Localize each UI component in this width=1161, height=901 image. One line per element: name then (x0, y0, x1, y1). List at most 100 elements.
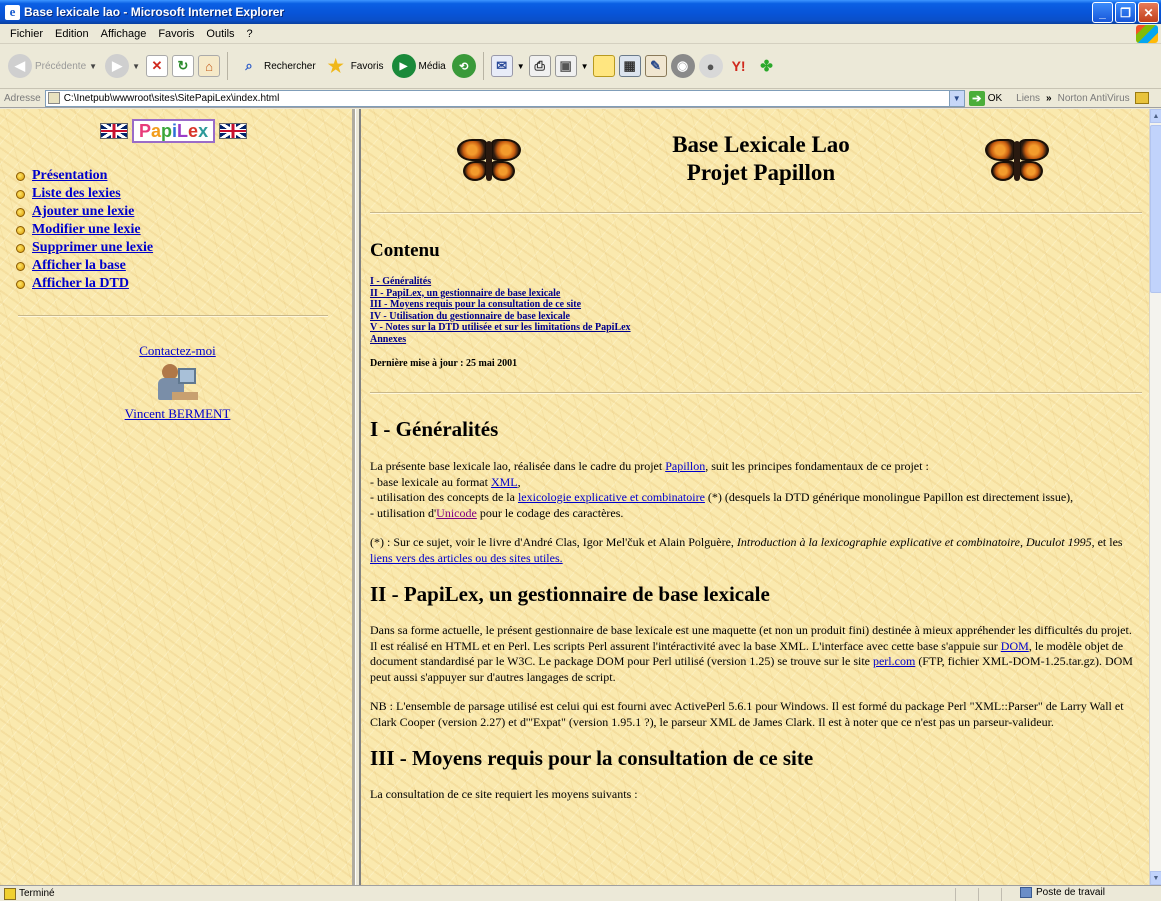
contact-block: Contactez-moi Vincent BERMENT (0, 343, 355, 422)
paragraph: La consultation de ce site requiert les … (370, 787, 638, 801)
edit-dropdown-icon[interactable]: ▼ (581, 62, 589, 71)
back-dropdown-icon[interactable]: ▼ (89, 62, 97, 71)
msn-icon[interactable]: ✤ (755, 54, 779, 78)
text: , (517, 474, 521, 489)
papillon-link[interactable]: Papillon (665, 459, 705, 473)
toolbar: ◀ Précédente ▼ ▶ ▼ ✕ ↻ ⌂ ⌕ Rechercher ★ … (0, 44, 1161, 89)
toc-link[interactable]: I - Généralités (370, 276, 1149, 288)
address-dropdown-icon[interactable]: ▼ (948, 90, 964, 106)
star-icon: ★ (327, 55, 344, 76)
section-heading: III - Moyens requis pour la consultation… (370, 746, 814, 770)
norton-label[interactable]: Norton AntiVirus (1058, 93, 1130, 104)
minimize-button[interactable]: _ (1092, 2, 1113, 23)
mail-dropdown-icon[interactable]: ▼ (517, 62, 525, 71)
toolbar-separator (227, 52, 228, 80)
scroll-down-icon[interactable]: ▼ (1150, 871, 1161, 885)
messenger-icon[interactable]: ✎ (644, 55, 667, 77)
perl-link[interactable]: perl.com (873, 654, 915, 668)
media-button[interactable]: ▶ Média (390, 54, 448, 78)
page-done-icon (4, 887, 16, 900)
nav-link-ajouter[interactable]: Ajouter une lexie (32, 204, 134, 220)
scroll-thumb[interactable] (1150, 125, 1161, 293)
forward-dropdown-icon[interactable]: ▼ (132, 62, 140, 71)
window-title: Base lexicale lao - Microsoft Internet E… (24, 5, 285, 19)
lec-link[interactable]: lexicologie explicative et combinatoire (518, 490, 705, 504)
page-title: Base Lexicale Lao Projet Papillon (611, 131, 911, 187)
address-field[interactable]: ▼ (44, 89, 965, 107)
zone-label: Poste de travail (1036, 887, 1105, 898)
close-button[interactable]: ✕ (1138, 2, 1159, 23)
toc-link[interactable]: III - Moyens requis pour la consultation… (370, 299, 1149, 311)
history-icon[interactable]: ⟲ (451, 54, 476, 78)
toc-link[interactable]: IV - Utilisation du gestionnaire de base… (370, 311, 1149, 323)
xml-link[interactable]: XML (491, 475, 518, 489)
home-icon[interactable]: ⌂ (198, 55, 220, 77)
uk-flag-icon (219, 123, 248, 139)
edit-icon[interactable]: ▣ (554, 55, 577, 77)
divider (18, 315, 328, 317)
maximize-button[interactable]: ❐ (1115, 2, 1136, 23)
back-label: Précédente (35, 60, 87, 72)
nav-link-presentation[interactable]: Présentation (32, 168, 107, 184)
yahoo-icon[interactable]: Y! (727, 54, 751, 78)
security-zone: Poste de travail (1020, 887, 1105, 898)
forward-button[interactable]: ▶ ▼ (103, 54, 142, 78)
scroll-up-icon[interactable]: ▲ (1150, 109, 1161, 123)
media-label: Média (418, 60, 446, 72)
bullet-icon (16, 261, 25, 271)
print-icon[interactable]: ⎙ (528, 55, 551, 77)
logo-letter: x (198, 120, 209, 141)
logo-letter: p (161, 120, 173, 141)
vertical-scrollbar[interactable]: ▲ ▼ (1149, 109, 1161, 885)
nav-link-liste[interactable]: Liste des lexies (32, 186, 121, 202)
toc-link[interactable]: V - Notes sur la DTD utilisée et sur les… (370, 322, 1149, 334)
text: (*) : Sur ce sujet, voir le livre d'Andr… (370, 535, 737, 549)
mail-icon[interactable]: ✉ (490, 55, 513, 77)
author-link[interactable]: Vincent BERMENT (125, 406, 231, 421)
menu-fichier[interactable]: Fichier (4, 28, 49, 40)
divider (370, 392, 1142, 394)
status-cell (1001, 888, 1002, 901)
research-icon[interactable]: ▦ (618, 55, 641, 77)
text: , suit les principes fondamentaux de ce … (705, 459, 929, 473)
unicode-link[interactable]: Unicode (436, 506, 477, 520)
stop-icon[interactable]: ✕ (146, 55, 168, 77)
nav-link-afficher-dtd[interactable]: Afficher la DTD (32, 276, 129, 292)
menu-favoris[interactable]: Favoris (152, 28, 200, 40)
status-bar: Terminé Poste de travail (0, 885, 1161, 901)
back-button[interactable]: ◀ Précédente ▼ (6, 54, 99, 78)
menu-edition[interactable]: Edition (49, 28, 95, 40)
refresh-icon[interactable]: ↻ (172, 55, 194, 77)
bullet-icon (16, 279, 25, 289)
menu-affichage[interactable]: Affichage (95, 28, 153, 40)
links-chevron-icon[interactable]: » (1046, 93, 1052, 104)
contact-link[interactable]: Contactez-moi (139, 343, 216, 358)
nav-item: Supprimer une lexie (16, 239, 153, 257)
menu-help[interactable]: ? (241, 28, 259, 40)
toc-link[interactable]: II - PapiLex, un gestionnaire de base le… (370, 288, 1149, 300)
nav-link-modifier[interactable]: Modifier une lexie (32, 222, 141, 238)
bullet-icon (16, 207, 25, 217)
go-button[interactable]: ➔ OK (968, 90, 1002, 106)
logo-letter: P (139, 120, 152, 141)
links-label[interactable]: Liens (1016, 93, 1040, 104)
dom-link[interactable]: DOM (1001, 639, 1029, 653)
favorites-button[interactable]: ★ Favoris (322, 54, 386, 78)
menu-bar: Fichier Edition Affichage Favoris Outils… (0, 24, 1161, 44)
nav-item: Présentation (16, 167, 153, 185)
person-at-computer-icon[interactable] (156, 362, 200, 404)
globe-icon[interactable]: ◉ (670, 54, 695, 78)
discuss-icon[interactable] (592, 55, 615, 77)
butterfly-icon (985, 137, 1049, 187)
nav-link-supprimer[interactable]: Supprimer une lexie (32, 240, 153, 256)
norton-icon[interactable] (1134, 92, 1149, 104)
paragraph: La présente base lexicale lao, réalisée … (370, 459, 1140, 521)
chat-icon[interactable]: ● (698, 54, 723, 78)
useful-links-link[interactable]: liens vers des articles ou des sites uti… (370, 551, 563, 565)
nav-link-afficher-base[interactable]: Afficher la base (32, 258, 126, 274)
menu-outils[interactable]: Outils (200, 28, 240, 40)
toc-link[interactable]: Annexes (370, 334, 1149, 346)
paragraph: NB : L'ensemble de parsage utilisé est c… (370, 699, 1124, 729)
search-button[interactable]: ⌕ Rechercher (235, 54, 318, 78)
address-input[interactable] (63, 92, 949, 104)
